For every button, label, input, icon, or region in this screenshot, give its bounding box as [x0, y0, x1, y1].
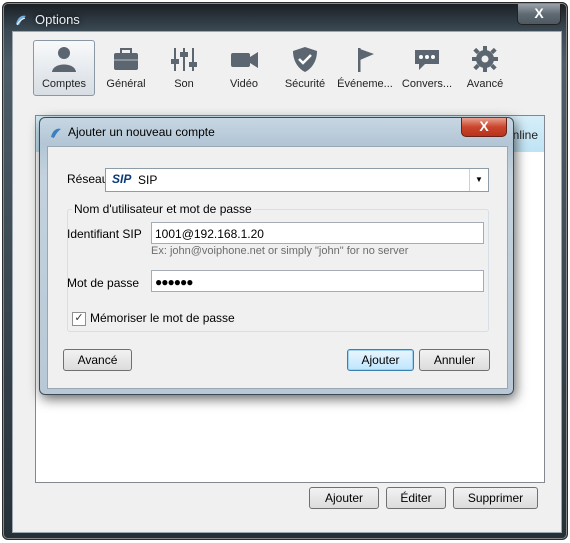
gear-icon: [472, 46, 498, 72]
window-close-button[interactable]: X: [517, 4, 561, 25]
sliders-icon: [171, 48, 197, 71]
title-bar[interactable]: Options X: [7, 4, 563, 33]
dialog-close-button[interactable]: X: [461, 118, 507, 137]
chevron-down-icon[interactable]: ▼: [469, 169, 488, 191]
remember-password-label[interactable]: Mémoriser le mot de passe: [90, 311, 235, 325]
delete-account-button[interactable]: Supprimer: [453, 487, 538, 509]
password-label: Mot de passe: [67, 276, 140, 290]
network-label: Réseau: [67, 172, 109, 186]
window-title: Options: [35, 12, 80, 27]
tab-comptes[interactable]: Comptes: [33, 40, 95, 96]
flag-icon: [358, 48, 374, 72]
sip-id-input[interactable]: 1001@192.168.1.20: [151, 222, 484, 244]
tab-label: Convers...: [401, 78, 453, 90]
options-toolbar: Comptes Général Son Vidéo Sécurité Événe…: [13, 40, 561, 98]
add-button[interactable]: Ajouter: [347, 349, 414, 371]
tab-avance[interactable]: Avancé: [454, 40, 516, 96]
jitsi-app-icon: [51, 128, 61, 138]
tab-label: Sécurité: [284, 78, 326, 90]
credentials-group-title: Nom d'utilisateur et mot de passe: [72, 202, 254, 216]
tab-label: Vidéo: [230, 78, 258, 90]
sip-logo-icon: SIP: [112, 172, 132, 186]
tab-conversations[interactable]: Convers...: [396, 40, 458, 96]
account-status-text: nline: [512, 128, 538, 142]
edit-account-button[interactable]: Éditer: [386, 487, 446, 509]
tab-label: Événeme...: [337, 78, 393, 90]
camera-icon: [231, 52, 258, 68]
tab-label: Comptes: [41, 78, 87, 90]
network-select[interactable]: SIP SIP ▼: [105, 168, 489, 192]
dialog-body: Réseau SIP SIP ▼ Nom d'utilisateur et mo…: [47, 146, 508, 389]
add-account-dialog: Ajouter un nouveau compte X Réseau SIP S…: [39, 117, 514, 395]
cancel-button[interactable]: Annuler: [419, 349, 490, 371]
tab-general[interactable]: Général: [95, 40, 157, 96]
tab-label: Son: [174, 78, 194, 90]
briefcase-icon: [114, 48, 138, 70]
tab-video[interactable]: Vidéo: [213, 40, 275, 96]
sip-id-hint: Ex: john@voiphone.net or simply "john" f…: [151, 245, 409, 257]
jitsi-app-icon: [16, 15, 26, 26]
dialog-title: Ajouter un nouveau compte: [68, 125, 215, 139]
advanced-button[interactable]: Avancé: [63, 349, 132, 371]
tab-son[interactable]: Son: [153, 40, 215, 96]
password-field[interactable]: ●●●●●●: [151, 270, 484, 292]
remember-password-checkbox[interactable]: ✓: [72, 312, 86, 326]
tab-label: Général: [106, 78, 146, 90]
sip-id-label: Identifiant SIP: [67, 227, 142, 241]
shield-icon: [293, 47, 317, 72]
tab-securite[interactable]: Sécurité: [274, 40, 336, 96]
add-account-button[interactable]: Ajouter: [309, 487, 379, 509]
tab-label: Avancé: [466, 78, 504, 90]
chat-icon: [415, 50, 439, 70]
network-selected-value: SIP: [138, 173, 158, 187]
tab-evenements[interactable]: Événeme...: [334, 40, 396, 96]
user-icon: [52, 47, 76, 72]
